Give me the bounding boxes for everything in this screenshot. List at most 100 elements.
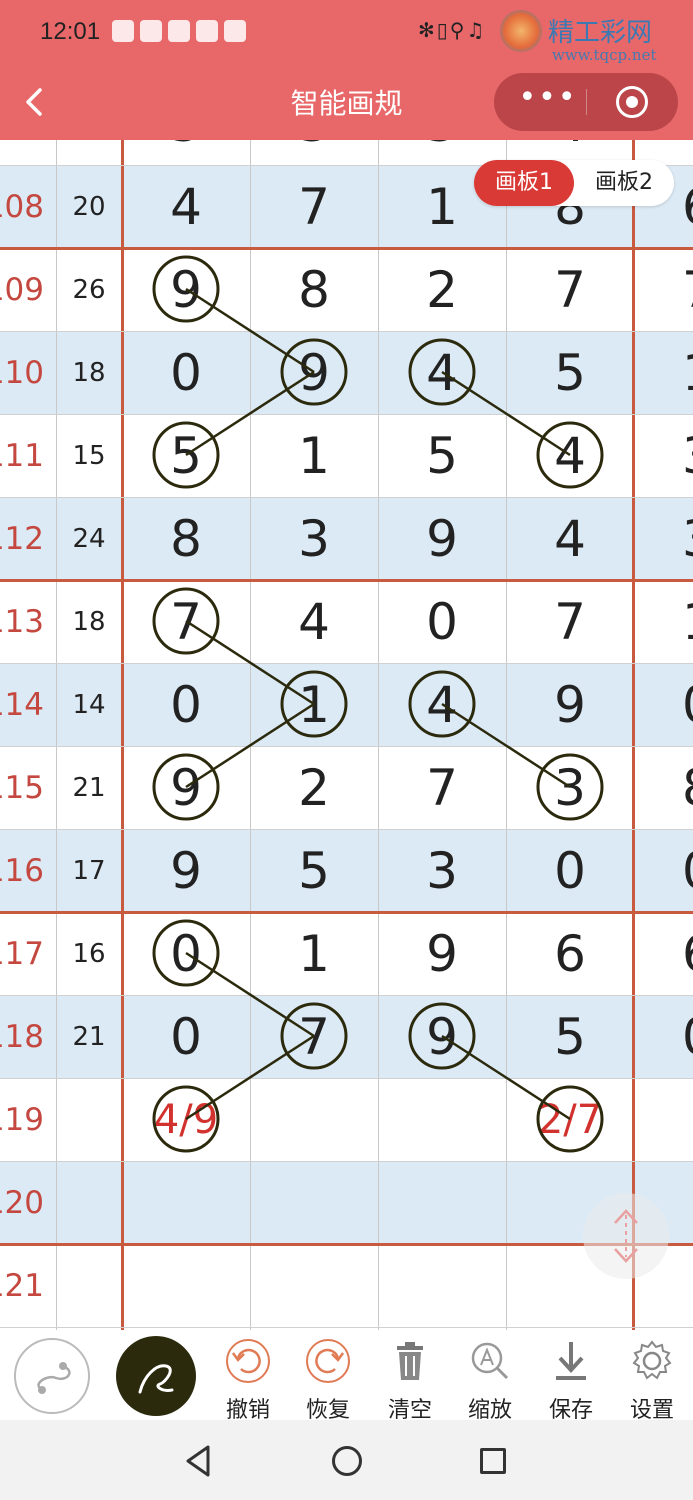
- scroll-toggle-button[interactable]: [583, 1193, 669, 1279]
- digit-cell[interactable]: 5: [378, 414, 506, 497]
- table-row: 119 4/9 2/7: [0, 1078, 693, 1161]
- digit-cell[interactable]: [378, 1244, 506, 1327]
- zoom-button[interactable]: 缩放: [460, 1336, 520, 1423]
- edge-digit-cell: 8: [638, 746, 693, 829]
- edge-digit-cell: [638, 1078, 693, 1161]
- digit-cell[interactable]: 8: [122, 497, 250, 580]
- tab-board-2[interactable]: 画板2: [574, 160, 674, 206]
- digit-cell[interactable]: 7: [122, 580, 250, 663]
- digit-cell[interactable]: 7: [250, 995, 378, 1078]
- redo-button[interactable]: 恢复: [298, 1336, 358, 1423]
- issue-number: 113: [0, 603, 44, 640]
- bottom-toolbar: 撤销 恢复 清空 缩放 保存 设置: [0, 1330, 693, 1423]
- digit-cell[interactable]: 3: [250, 497, 378, 580]
- column-divider: [506, 140, 507, 1330]
- title-bar: 智能画规 •••: [0, 64, 693, 140]
- pen-curve-button[interactable]: [14, 1338, 90, 1414]
- digit-cell[interactable]: 9: [122, 829, 250, 912]
- digit-cell[interactable]: 9: [378, 912, 506, 995]
- sum-value: 14: [72, 689, 106, 720]
- digit-cell[interactable]: 1: [250, 912, 378, 995]
- row-divider: [0, 995, 693, 996]
- digit-cell[interactable]: 7: [506, 248, 634, 331]
- trash-icon: [397, 1342, 423, 1380]
- digit-cell[interactable]: [378, 1161, 506, 1244]
- digit-cell[interactable]: 5: [506, 331, 634, 414]
- digit-cell[interactable]: [378, 1078, 506, 1161]
- digit-cell[interactable]: 4: [506, 497, 634, 580]
- digit-cell[interactable]: 5: [122, 140, 250, 165]
- digit-cell[interactable]: 8: [250, 248, 378, 331]
- table-row: 1161795300: [0, 829, 693, 912]
- sum-value: 15: [72, 440, 106, 471]
- digit-cell[interactable]: [122, 1161, 250, 1244]
- digit-cell[interactable]: [250, 1161, 378, 1244]
- digit-cell[interactable]: 9: [122, 248, 250, 331]
- digit-cell[interactable]: 4: [250, 580, 378, 663]
- digit-cell[interactable]: 3: [506, 746, 634, 829]
- digit-cell[interactable]: [250, 1244, 378, 1327]
- digit-cell[interactable]: 0: [506, 829, 634, 912]
- digit-cell[interactable]: 7: [378, 746, 506, 829]
- digit-cell[interactable]: 5: [122, 414, 250, 497]
- digit-cell[interactable]: 4: [378, 331, 506, 414]
- digit-cell[interactable]: 0: [122, 331, 250, 414]
- issue-number: 119: [0, 1101, 44, 1138]
- digit-cell[interactable]: 4: [378, 663, 506, 746]
- close-miniprogram-button[interactable]: [616, 86, 648, 118]
- digit-cell[interactable]: 0: [378, 580, 506, 663]
- system-status-icons: ✻▯⚲♫: [418, 18, 487, 42]
- tab-board-1[interactable]: 画板1: [474, 160, 574, 206]
- digit-cell[interactable]: 3: [378, 829, 506, 912]
- digit-cell[interactable]: 2: [250, 746, 378, 829]
- digit-cell[interactable]: 0: [122, 995, 250, 1078]
- digit-cell[interactable]: 6: [506, 912, 634, 995]
- issue-number: 120: [0, 1184, 44, 1221]
- save-button[interactable]: 保存: [541, 1336, 601, 1423]
- digit-cell[interactable]: 7: [250, 165, 378, 248]
- digit-cell[interactable]: 2/7: [506, 1078, 634, 1161]
- digit-cell[interactable]: 4: [122, 165, 250, 248]
- digit-cell[interactable]: 2: [378, 248, 506, 331]
- settings-button[interactable]: 设置: [622, 1336, 682, 1423]
- gear-icon: [632, 1340, 672, 1380]
- digit-cell[interactable]: 5: [250, 829, 378, 912]
- undo-button[interactable]: 撤销: [218, 1336, 278, 1423]
- nav-recents-icon[interactable]: [480, 1448, 506, 1474]
- digit-cell[interactable]: 7: [506, 580, 634, 663]
- more-button[interactable]: •••: [518, 83, 578, 121]
- digit-cell[interactable]: 4: [506, 414, 634, 497]
- edge-digit-cell: 1: [638, 580, 693, 663]
- pen-freehand-button[interactable]: [116, 1336, 196, 1416]
- digit-cell[interactable]: 3: [250, 140, 378, 165]
- digit-cell[interactable]: 0: [122, 663, 250, 746]
- issue-number: 118: [0, 1018, 44, 1055]
- digit-cell[interactable]: 9: [506, 663, 634, 746]
- digit-cell[interactable]: 5: [506, 995, 634, 1078]
- clear-button[interactable]: 清空: [380, 1336, 440, 1423]
- digit-cell[interactable]: 4/9: [122, 1078, 250, 1161]
- issue-number: 115: [0, 769, 44, 806]
- sum-value: [57, 1244, 121, 1327]
- digit-cell[interactable]: 0: [122, 912, 250, 995]
- digit-cell[interactable]: 9: [250, 331, 378, 414]
- digit-cell[interactable]: [250, 1078, 378, 1161]
- digit-cell[interactable]: 9: [378, 497, 506, 580]
- sum-value: [57, 1161, 121, 1244]
- sum-value: 20: [72, 191, 106, 222]
- app-notification-icon: [112, 20, 134, 42]
- issue-number: 109: [0, 271, 44, 308]
- zoom-icon: [471, 1342, 509, 1380]
- issue-number: 108: [0, 188, 44, 225]
- issue-number: 110: [0, 354, 44, 391]
- nav-home-icon[interactable]: [332, 1446, 362, 1476]
- number-grid[interactable]: 5354108204718610926982771101809451111155…: [0, 140, 693, 1330]
- digit-cell[interactable]: [122, 1244, 250, 1327]
- digit-cell[interactable]: 9: [378, 995, 506, 1078]
- digit-cell[interactable]: 9: [122, 746, 250, 829]
- watermark-logo-icon: [500, 10, 542, 52]
- nav-back-icon[interactable]: [184, 1444, 214, 1478]
- digit-cell[interactable]: 1: [250, 414, 378, 497]
- app-notification-icon: [140, 20, 162, 42]
- digit-cell[interactable]: 1: [250, 663, 378, 746]
